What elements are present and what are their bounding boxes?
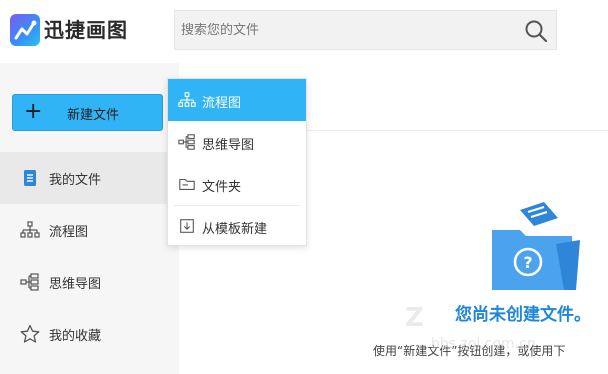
new-file-dropdown: 流程图 思维导图 文件夹 从模板新建 [167,78,307,246]
star-icon [20,324,40,343]
folder-icon [179,178,195,190]
search-input[interactable] [175,11,515,49]
top-bar: 迅捷画图 [0,0,608,63]
plus-icon: + [24,99,43,124]
watermark-logo-icon: Z bbs.zol.com.cn [405,303,536,352]
sidebar-item-label: 流程图 [49,225,89,240]
dropdown-item-from-template[interactable]: 从模板新建 [168,205,306,247]
dropdown-item-label: 文件夹 [202,180,242,195]
flowchart-icon [178,92,196,107]
search-icon[interactable] [524,19,548,43]
new-file-button[interactable]: + 新建文件 [12,94,163,131]
dropdown-item-mindmap[interactable]: 思维导图 [168,121,306,163]
sidebar-item-mindmap[interactable]: 思维导图 [0,256,179,308]
sidebar-nav: 我的文件 流程图 思维导图 我的收藏 [0,152,179,360]
search-box[interactable] [174,10,557,50]
app-name: 迅捷画图 [44,18,128,42]
sidebar-item-label: 我的文件 [49,173,102,188]
svg-text:bbs.zol.com.cn: bbs.zol.com.cn [431,336,536,352]
sidebar-item-my-files[interactable]: 我的文件 [0,152,179,204]
flowchart-icon [20,221,40,238]
svg-text:?: ? [523,253,532,272]
sidebar: + 新建文件 我的文件 流程图 思维导图 我的收藏 [0,63,179,374]
file-icon [24,170,36,186]
sidebar-item-label: 思维导图 [49,277,102,292]
dropdown-item-folder[interactable]: 文件夹 [168,163,306,205]
dropdown-divider [174,205,300,206]
sidebar-item-flowchart[interactable]: 流程图 [0,204,179,256]
dropdown-item-label: 从模板新建 [202,222,268,237]
svg-text:Z: Z [405,303,424,333]
sidebar-item-favorites[interactable]: 我的收藏 [0,308,179,360]
sidebar-item-label: 我的收藏 [49,329,102,344]
app-logo-icon [10,14,40,46]
dropdown-item-label: 思维导图 [202,138,255,153]
template-icon [180,219,194,233]
new-file-label: 新建文件 [67,108,120,123]
mindmap-icon [20,273,39,291]
empty-folder-icon: ? [492,202,580,290]
mindmap-icon [178,134,195,150]
dropdown-item-flowchart[interactable]: 流程图 [168,79,306,121]
dropdown-item-label: 流程图 [202,96,242,111]
